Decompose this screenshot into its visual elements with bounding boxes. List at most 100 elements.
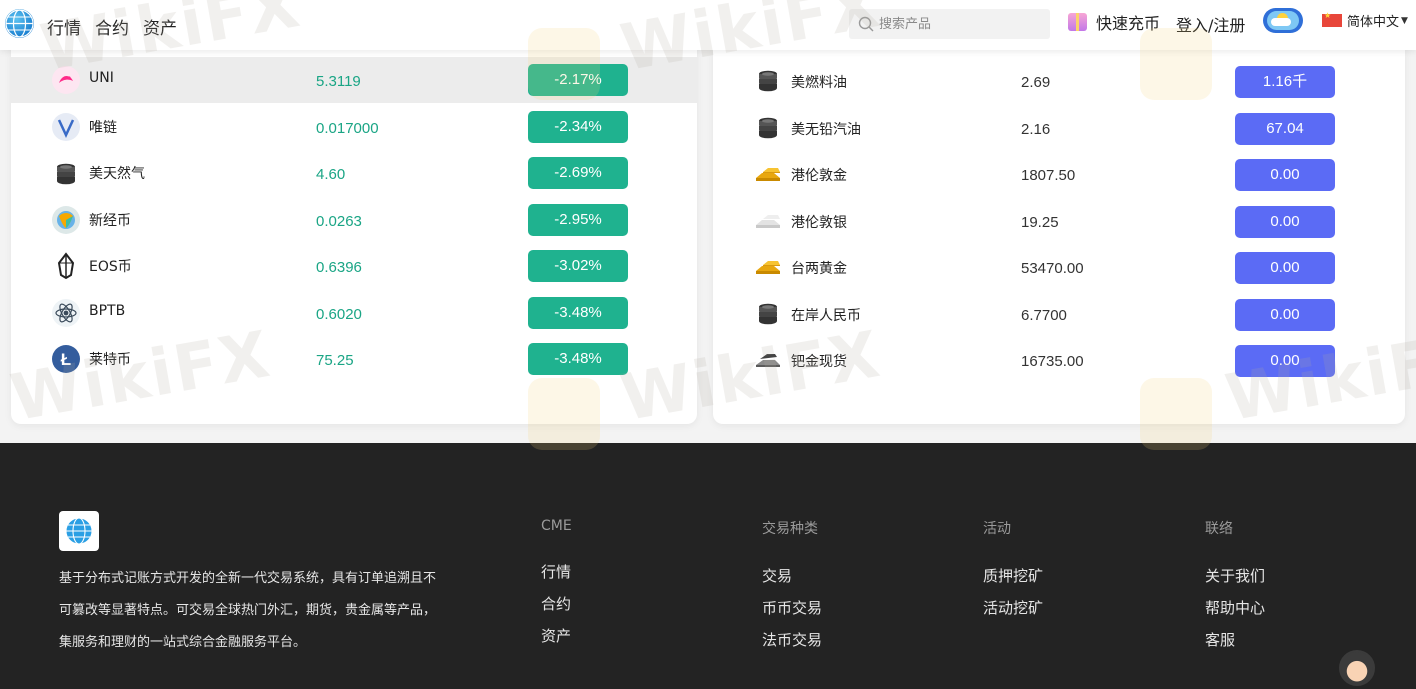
litecoin-icon: Ł	[51, 344, 81, 374]
nav-assets[interactable]: 资产	[143, 14, 177, 39]
cloud-icon	[1271, 18, 1291, 26]
footer-col-title: 联络	[1205, 521, 1233, 537]
asset-price: 0.0263	[316, 212, 362, 230]
asset-name: BPTB	[89, 302, 126, 319]
nem-icon	[51, 205, 81, 235]
vechain-icon	[51, 112, 81, 142]
quick-buy-button[interactable]: 快速充币	[1068, 11, 1160, 33]
asset-name: 美无铅汽油	[791, 121, 861, 138]
asset-name: 港伦敦银	[791, 214, 847, 231]
footer-link-staking-mining[interactable]: 质押挖矿	[983, 560, 1043, 592]
asset-name: 新经币	[89, 212, 131, 229]
asset-name: UNI	[89, 70, 114, 86]
asset-name: 钯金现货	[791, 354, 847, 370]
market-row[interactable]: EOS币 0.6396 -3.02%	[11, 243, 697, 289]
palladium-bar-icon	[753, 344, 783, 374]
login-register-link[interactable]: 登入/注册	[1176, 12, 1245, 36]
price-change-badge[interactable]: 0.00	[1235, 205, 1335, 238]
bptb-icon	[51, 298, 81, 328]
asset-name: 莱特币	[89, 352, 131, 368]
market-row[interactable]: 美燃料油 2.69 1.16千	[713, 57, 1405, 103]
asset-name: 港伦敦金	[791, 168, 847, 184]
coin-stack-icon	[753, 65, 783, 95]
market-row[interactable]: 港伦敦银 19.25 0.00	[713, 197, 1405, 243]
market-row[interactable]: UNI 5.3119 -2.17%	[11, 57, 697, 103]
gift-icon	[1068, 13, 1087, 31]
price-change-badge[interactable]: -2.17%	[528, 64, 628, 96]
top-header: 行情 合约 资产 快速充币 登入/注册 简体中文 ▼	[0, 0, 1416, 50]
gold-bar-icon	[753, 158, 783, 188]
footer-col-title: CME	[541, 518, 572, 534]
footer-logo-icon[interactable]	[59, 511, 99, 551]
price-change-badge[interactable]: 0.00	[1235, 252, 1335, 284]
price-change-badge[interactable]: 0.00	[1235, 345, 1335, 377]
asset-price: 0.6020	[316, 305, 362, 323]
footer-col-activity: 活动 质押挖矿 活动挖矿	[983, 518, 1043, 624]
footer-link-fiat-trade[interactable]: 法币交易	[762, 624, 822, 656]
theme-toggle[interactable]	[1263, 8, 1303, 33]
market-row[interactable]: 唯链 0.017000 -2.34%	[11, 104, 697, 150]
market-row[interactable]: 港伦敦金 1807.50 0.00	[713, 150, 1405, 196]
asset-name: 在岸人民币	[791, 307, 861, 324]
price-change-badge[interactable]: -3.02%	[528, 250, 628, 282]
search-box	[849, 9, 1050, 39]
china-flag-icon	[1322, 11, 1342, 27]
asset-name: 台两黄金	[791, 261, 847, 277]
market-row[interactable]: 在岸人民币 6.7700 0.00	[713, 290, 1405, 336]
market-row[interactable]: 台两黄金 53470.00 0.00	[713, 243, 1405, 289]
asset-price: 6.7700	[1021, 306, 1067, 324]
nav-contract[interactable]: 合约	[95, 14, 129, 39]
price-change-badge[interactable]: 0.00	[1235, 159, 1335, 191]
language-selector[interactable]: 简体中文 ▼	[1322, 11, 1408, 30]
asset-price: 75.25	[316, 352, 354, 369]
asset-price: 2.69	[1021, 74, 1051, 91]
market-row[interactable]: BPTB 0.6020 -3.48%	[11, 290, 697, 336]
asset-price: 5.3119	[316, 73, 361, 90]
price-change-badge[interactable]: -2.34%	[528, 110, 628, 143]
footer-link-activity-mining[interactable]: 活动挖矿	[983, 592, 1043, 624]
footer-link-trade[interactable]: 交易	[762, 560, 822, 592]
price-change-badge[interactable]: -3.48%	[528, 296, 628, 329]
eos-icon	[51, 251, 81, 281]
footer-col-title: 交易种类	[762, 521, 818, 537]
globe-logo-icon[interactable]	[5, 9, 34, 38]
market-row[interactable]: 新经币 0.0263 -2.95%	[11, 197, 697, 243]
commodity-market-panel: 美燃料油 2.69 1.16千美无铅汽油 2.16 67.04 港伦敦金 1807.50 0.…	[713, 42, 1405, 424]
footer-link-assets[interactable]: 资产	[541, 620, 572, 652]
market-row[interactable]: 美无铅汽油 2.16 67.04	[713, 104, 1405, 150]
footer-link-help[interactable]: 帮助中心	[1205, 592, 1265, 624]
market-row[interactable]: 美天然气 4.60 -2.69%	[11, 150, 697, 196]
market-row[interactable]: 钯金现货 16735.00 0.00	[713, 336, 1405, 382]
footer-col-trade-types: 交易种类 交易 币币交易 法币交易	[762, 518, 822, 656]
footer-col-contact: 联络 关于我们 帮助中心 客服	[1205, 518, 1265, 656]
price-change-badge[interactable]: -2.69%	[528, 157, 628, 189]
market-row[interactable]: Ł 莱特币 75.25 -3.48%	[11, 336, 697, 382]
site-footer: 基于分布式记账方式开发的全新一代交易系统，具有订单追溯且不 可篡改等显著特点。可…	[0, 443, 1416, 689]
footer-link-support[interactable]: 客服	[1205, 624, 1265, 656]
asset-price: 1807.50	[1021, 167, 1076, 184]
price-change-badge[interactable]: 67.04	[1235, 112, 1335, 145]
asset-price: 2.16	[1021, 120, 1051, 138]
price-change-badge[interactable]: -2.95%	[528, 203, 628, 236]
price-change-badge[interactable]: -3.48%	[528, 343, 628, 375]
asset-price: 0.6396	[316, 259, 362, 276]
price-change-badge[interactable]: 0.00	[1235, 298, 1335, 331]
search-icon	[858, 16, 874, 32]
asset-price: 19.25	[1021, 213, 1059, 231]
asset-name: 唯链	[89, 119, 117, 136]
footer-link-contract[interactable]: 合约	[541, 588, 572, 620]
asset-name: 美燃料油	[791, 75, 847, 91]
svg-text:Ł: Ł	[61, 350, 71, 369]
price-change-badge[interactable]: 1.16千	[1235, 66, 1335, 98]
search-input[interactable]	[879, 9, 1039, 39]
footer-link-about[interactable]: 关于我们	[1205, 560, 1265, 592]
footer-link-market[interactable]: 行情	[541, 556, 572, 588]
uni-icon	[51, 65, 81, 95]
asset-price: 4.60	[316, 166, 346, 183]
customer-service-avatar-icon[interactable]	[1339, 650, 1375, 686]
nav-market[interactable]: 行情	[47, 14, 81, 39]
coin-stack-icon	[753, 298, 783, 328]
asset-price: 16735.00	[1021, 353, 1084, 370]
asset-price: 53470.00	[1021, 260, 1084, 277]
footer-link-coin-trade[interactable]: 币币交易	[762, 592, 822, 624]
